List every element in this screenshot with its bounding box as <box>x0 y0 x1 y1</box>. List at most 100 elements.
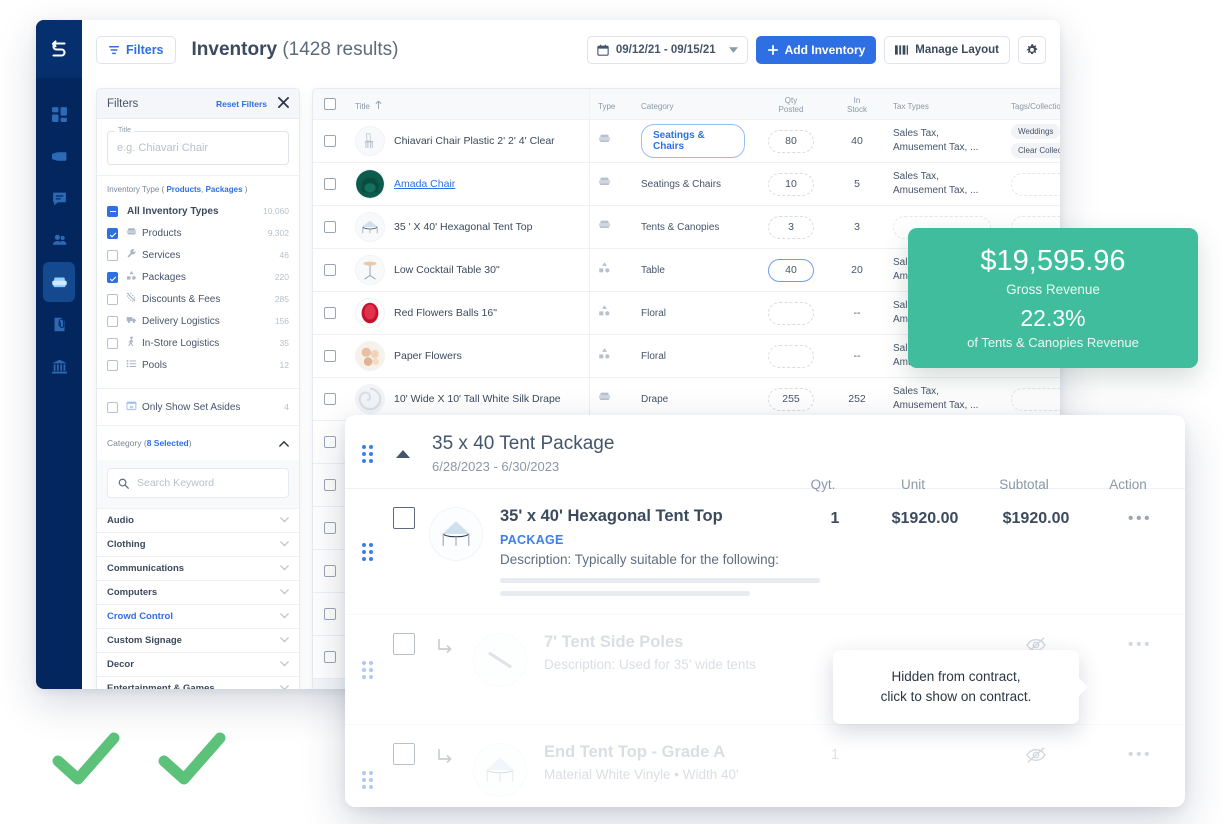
col-qty-posted[interactable]: Qty Posted <box>753 89 829 119</box>
tag-chip[interactable]: Clear Collection <box>1011 143 1060 158</box>
row-checkbox[interactable] <box>324 436 336 448</box>
row-checkbox-cell[interactable] <box>313 550 347 592</box>
drag-dots-icon[interactable] <box>362 633 376 706</box>
col-title[interactable]: Title <box>347 89 589 119</box>
row-checkbox[interactable] <box>324 565 336 577</box>
checkbox-set-asides[interactable] <box>107 401 118 413</box>
chevron-down-icon[interactable] <box>280 587 289 598</box>
table-row[interactable]: Chiavari Chair Plastic 2' 2' 4' Clear Se… <box>313 120 1060 163</box>
chevron-down-icon[interactable] <box>280 611 289 622</box>
checkbox-all-inventory-types[interactable] <box>107 205 118 217</box>
app-logo[interactable] <box>36 20 82 78</box>
row-qty-cell[interactable] <box>753 335 829 377</box>
sidebar-item-inventory[interactable] <box>43 262 75 302</box>
filter-row-services[interactable]: Services 46 <box>107 246 289 264</box>
chevron-down-icon[interactable] <box>280 563 289 574</box>
row-checkbox-cell[interactable] <box>313 421 347 463</box>
qty-posted-input[interactable]: 3 <box>768 215 814 239</box>
row-qty-cell[interactable]: 10 <box>753 163 829 205</box>
filter-row-delivery-logistics[interactable]: Delivery Logistics 156 <box>107 312 289 330</box>
more-dots-icon[interactable]: ••• <box>1128 510 1152 527</box>
col-in-stock[interactable]: In Stock <box>829 89 885 119</box>
more-dots-icon[interactable]: ••• <box>1128 636 1152 653</box>
chevron-up-icon[interactable] <box>279 434 289 452</box>
checkbox-products[interactable] <box>107 227 118 239</box>
filter-row-in-store-logistics[interactable]: In-Store Logistics 35 <box>107 334 289 352</box>
inv-type-link-packages[interactable]: Packages <box>206 185 243 194</box>
row-title-link[interactable]: Amada Chair <box>394 178 455 190</box>
row-checkbox-cell[interactable] <box>313 593 347 635</box>
row-checkbox-cell[interactable] <box>313 249 347 291</box>
row-checkbox[interactable] <box>324 178 336 190</box>
row-checkbox-cell[interactable] <box>313 636 347 678</box>
qty-posted-input[interactable]: 80 <box>768 129 814 153</box>
category-section-header[interactable]: Category (8 Selected) <box>97 425 299 460</box>
row-checkbox[interactable] <box>324 393 336 405</box>
checkbox-delivery-logistics[interactable] <box>107 315 118 327</box>
row-checkbox-cell[interactable] <box>313 206 347 248</box>
row-checkbox[interactable] <box>324 221 336 233</box>
category-row-clothing[interactable]: Clothing <box>97 532 299 556</box>
tags-empty-input[interactable] <box>1011 387 1060 411</box>
row-checkbox-cell[interactable] <box>313 163 347 205</box>
category-row-computers[interactable]: Computers <box>97 580 299 604</box>
row-qty-cell[interactable]: 3 <box>753 206 829 248</box>
filters-toggle-button[interactable]: Filters <box>96 36 176 64</box>
chevron-down-icon[interactable] <box>280 635 289 646</box>
tags-empty-input[interactable] <box>1011 172 1060 196</box>
row-checkbox-cell[interactable] <box>313 507 347 549</box>
row-checkbox-cell[interactable] <box>313 120 347 162</box>
filter-row-set-asides[interactable]: Only Show Set Asides 4 <box>107 398 289 416</box>
row-checkbox[interactable] <box>324 264 336 276</box>
line-item-checkbox[interactable] <box>393 507 415 529</box>
category-row-crowd-control[interactable]: Crowd Control <box>97 604 299 628</box>
date-range-picker[interactable]: 09/12/21 - 09/15/21 <box>586 36 748 64</box>
select-all-checkbox[interactable] <box>324 98 336 110</box>
row-checkbox[interactable] <box>324 307 336 319</box>
checkbox-services[interactable] <box>107 249 118 261</box>
qty-posted-input[interactable]: 255 <box>768 387 814 411</box>
filter-row-products[interactable]: Products 9,302 <box>107 224 289 242</box>
category-search-input[interactable]: Search Keyword <box>107 468 289 498</box>
row-checkbox-cell[interactable] <box>313 464 347 506</box>
row-tags-cell[interactable] <box>1003 163 1060 205</box>
checkbox-packages[interactable] <box>107 271 118 283</box>
package-line-item[interactable]: 35' x 40' Hexagonal Tent Top PACKAGE Des… <box>345 488 1185 614</box>
settings-button[interactable] <box>1018 36 1046 64</box>
package-line-item[interactable]: End Tent Top - Grade A Material White Vi… <box>345 724 1185 807</box>
row-checkbox[interactable] <box>324 479 336 491</box>
row-qty-cell[interactable]: 255 <box>753 378 829 420</box>
sidebar-item-clients[interactable] <box>43 220 75 260</box>
checkbox-pools[interactable] <box>107 359 118 371</box>
sidebar-item-documents[interactable] <box>43 304 75 344</box>
row-checkbox[interactable] <box>324 651 336 663</box>
category-row-entertainment-games[interactable]: Entertainment & Games <box>97 676 299 689</box>
col-category[interactable]: Category <box>633 89 753 119</box>
row-checkbox-cell[interactable] <box>313 335 347 377</box>
chevron-down-icon[interactable] <box>280 659 289 670</box>
chevron-down-icon[interactable] <box>280 539 289 550</box>
qty-posted-input[interactable] <box>768 344 814 368</box>
filter-row-discounts-fees[interactable]: Discounts & Fees 285 <box>107 290 289 308</box>
row-checkbox[interactable] <box>324 350 336 362</box>
sidebar-item-tags[interactable] <box>43 136 75 176</box>
row-tags-cell[interactable] <box>1003 378 1060 420</box>
eye-slash-icon[interactable] <box>1025 746 1047 769</box>
sidebar-item-dashboard[interactable] <box>43 94 75 134</box>
line-item-checkbox[interactable] <box>393 633 415 655</box>
row-checkbox[interactable] <box>324 608 336 620</box>
row-qty-cell[interactable]: 80 <box>753 120 829 162</box>
chevron-down-icon[interactable] <box>280 515 289 526</box>
col-type[interactable]: Type <box>589 89 633 119</box>
add-inventory-button[interactable]: Add Inventory <box>755 36 877 64</box>
inv-type-link-products[interactable]: Products <box>166 185 201 194</box>
filter-row-all-inventory-types[interactable]: All Inventory Types 10,060 <box>107 202 289 220</box>
filter-row-pools[interactable]: Pools 12 <box>107 356 289 374</box>
chevron-down-icon[interactable] <box>280 683 289 689</box>
select-all-cell[interactable] <box>313 89 347 119</box>
manage-layout-button[interactable]: Manage Layout <box>884 36 1010 64</box>
col-tags[interactable]: Tags/Collections <box>1003 89 1060 119</box>
col-tax-types[interactable]: Tax Types <box>885 89 1003 119</box>
triangle-up-icon[interactable] <box>392 433 414 474</box>
drag-dots-icon[interactable] <box>362 433 376 474</box>
